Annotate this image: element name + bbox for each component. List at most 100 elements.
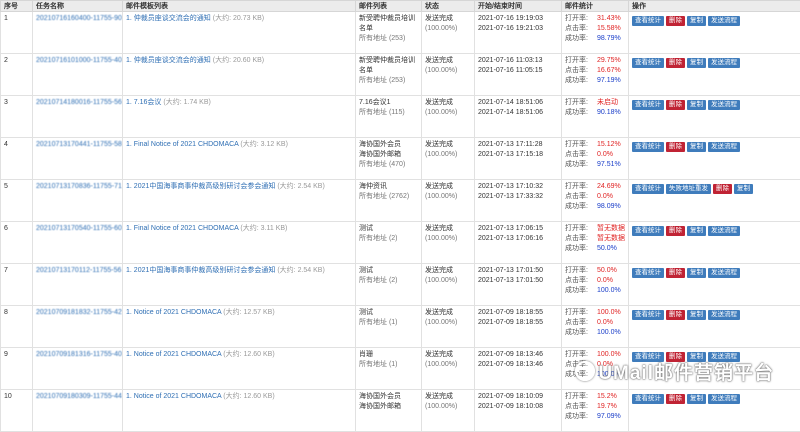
open-rate-value: 24.69% [597, 183, 621, 190]
action-button[interactable]: 复制 [687, 268, 706, 278]
mail-list-name: 新受聘仲裁员培训 [359, 56, 418, 66]
success-rate-row: 成功率:90.18% [565, 108, 625, 118]
end-time: 2021-07-13 17:15:18 [478, 150, 558, 160]
action-button[interactable]: 复制 [687, 58, 706, 68]
action-button[interactable]: 删除 [713, 184, 732, 194]
action-button[interactable]: 发送流程 [708, 100, 740, 110]
open-rate-label: 打开率: [565, 224, 597, 234]
action-button[interactable]: 删除 [666, 142, 685, 152]
template-link[interactable]: 2021中国海事商事仲裁高级别研讨会参会通知 [134, 267, 276, 274]
action-button[interactable]: 发送流程 [708, 142, 740, 152]
action-button[interactable]: 复制 [687, 226, 706, 236]
task-name-link[interactable]: 20210716160400-11755-90 [36, 14, 122, 24]
action-button[interactable]: 复制 [687, 16, 706, 26]
template-link[interactable]: Final Notice of 2021 CHDOMACA [134, 141, 239, 148]
action-button[interactable]: 发送流程 [708, 16, 740, 26]
open-rate-value: 50.0% [597, 267, 617, 274]
task-name-link[interactable]: 20210713170836-11755-71 [36, 182, 122, 192]
task-name-link[interactable]: 20210716101000-11755-40 [36, 56, 122, 66]
start-time: 2021-07-13 17:10:32 [478, 182, 558, 192]
action-button[interactable]: 删除 [666, 268, 685, 278]
template-size: (大约: 20.73 KB) [213, 15, 264, 22]
action-button[interactable]: 复制 [734, 184, 753, 194]
size-suffix: ) [209, 99, 211, 106]
action-button[interactable]: 复制 [687, 142, 706, 152]
template-cell: 1. 7.16会议 (大约: 1.74 KB) [123, 96, 356, 138]
task-name-link[interactable]: 20210713170112-11755-56 [36, 266, 121, 276]
success-rate-label: 成功率: [565, 160, 597, 170]
template-size: (大约: 12.60 KB) [223, 393, 274, 400]
action-button[interactable]: 删除 [666, 100, 685, 110]
time-cell: 2021-07-09 18:18:552021-07-09 18:18:55 [475, 306, 562, 348]
stats-cell: 打开率:31.43%点击率:15.58%成功率:98.79% [562, 12, 629, 54]
table-row: 320210714180016-11755-561. 7.16会议 (大约: 1… [1, 96, 800, 138]
click-rate-label: 点击率: [565, 402, 597, 412]
stats-cell: 打开率:15.2%点击率:19.7%成功率:97.09% [562, 390, 629, 432]
action-button[interactable]: 复制 [687, 310, 706, 320]
action-button[interactable]: 删除 [666, 58, 685, 68]
action-button[interactable]: 发送流程 [708, 268, 740, 278]
action-button[interactable]: 复制 [687, 100, 706, 110]
size-suffix: ) [262, 15, 264, 22]
action-button[interactable]: 查看统计 [632, 142, 664, 152]
action-button[interactable]: 发送流程 [708, 310, 740, 320]
mail-list-count: 所有地址 (1) [359, 360, 418, 370]
mail-list-name-2: 名单 [359, 24, 418, 34]
template-link[interactable]: 7.16会议 [134, 99, 162, 106]
status-percent: (100.00%) [425, 108, 471, 118]
action-button[interactable]: 删除 [666, 16, 685, 26]
action-button[interactable]: 查看统计 [632, 394, 664, 404]
template-link[interactable]: Notice of 2021 CHDOMACA [134, 309, 222, 316]
action-button[interactable]: 复制 [687, 394, 706, 404]
status-text: 发送完成 [425, 266, 471, 276]
action-button[interactable]: 查看统计 [632, 268, 664, 278]
template-link[interactable]: 仲裁员座谈交流会的通知 [134, 15, 211, 22]
mail-list-cell: 测试所有地址 (1) [356, 306, 422, 348]
click-rate-value: 0.0% [597, 319, 613, 326]
template-index: 1. [126, 141, 132, 148]
action-button[interactable]: 发送流程 [708, 226, 740, 236]
action-button[interactable]: 删除 [666, 310, 685, 320]
action-button[interactable]: 发送流程 [708, 58, 740, 68]
template-link[interactable]: 仲裁员座谈交流会的通知 [134, 57, 211, 64]
action-button[interactable]: 查看统计 [632, 100, 664, 110]
action-button[interactable]: 查看统计 [632, 226, 664, 236]
open-rate-label: 打开率: [565, 308, 597, 318]
mail-list-name: 测试 [359, 224, 418, 234]
template-link[interactable]: Final Notice of 2021 CHDOMACA [134, 225, 239, 232]
size-suffix: ) [286, 141, 288, 148]
size-value: 20.73 KB [233, 15, 262, 22]
time-cell: 2021-07-14 18:51:062021-07-14 18:51:06 [475, 96, 562, 138]
task-name-link[interactable]: 20210713170540-11755-60 [36, 224, 122, 234]
time-cell: 2021-07-13 17:06:152021-07-13 17:06:16 [475, 222, 562, 264]
action-button[interactable]: 查看统计 [632, 16, 664, 26]
task-name-link[interactable]: 20210709181832-11755-42 [36, 308, 122, 318]
task-name-link[interactable]: 20210709181316-11755-40 [36, 350, 122, 360]
actions-cell: 查看统计失败地址重发删除复制 [629, 180, 800, 222]
task-name-link[interactable]: 20210709180309-11755-44 [36, 392, 122, 402]
template-link[interactable]: Notice of 2021 CHDOMACA [134, 351, 222, 358]
column-header: 序号 [1, 1, 33, 12]
template-cell: 1. Notice of 2021 CHDOMACA (大约: 12.60 KB… [123, 390, 356, 432]
status-percent: (100.00%) [425, 360, 471, 370]
action-button[interactable]: 查看统计 [632, 58, 664, 68]
action-button[interactable]: 发送流程 [708, 394, 740, 404]
size-prefix: (大约: [213, 57, 231, 64]
task-name-link[interactable]: 20210714180016-11755-56 [36, 98, 122, 108]
action-button[interactable]: 查看统计 [632, 310, 664, 320]
table-row: 820210709181832-11755-421. Notice of 202… [1, 306, 800, 348]
template-link[interactable]: 2021中国海事商事仲裁高级别研讨会参会通知 [134, 183, 276, 190]
template-link[interactable]: Notice of 2021 CHDOMACA [134, 393, 222, 400]
size-prefix: (大约: [277, 267, 295, 274]
action-button[interactable]: 失败地址重发 [666, 184, 711, 194]
action-button[interactable]: 查看统计 [632, 184, 664, 194]
actions-cell: 查看统计删除复制发送流程 [629, 96, 800, 138]
row-number-cell: 9 [1, 348, 33, 390]
task-name-link[interactable]: 20210713170441-11755-58 [36, 140, 122, 150]
status-percent: (100.00%) [425, 150, 471, 160]
click-rate-row: 点击率:15.58% [565, 24, 625, 34]
action-button[interactable]: 删除 [666, 394, 685, 404]
end-time: 2021-07-13 17:06:16 [478, 234, 558, 244]
action-button[interactable]: 删除 [666, 226, 685, 236]
mail-list-cell: 海仲资讯所有地址 (2762) [356, 180, 422, 222]
